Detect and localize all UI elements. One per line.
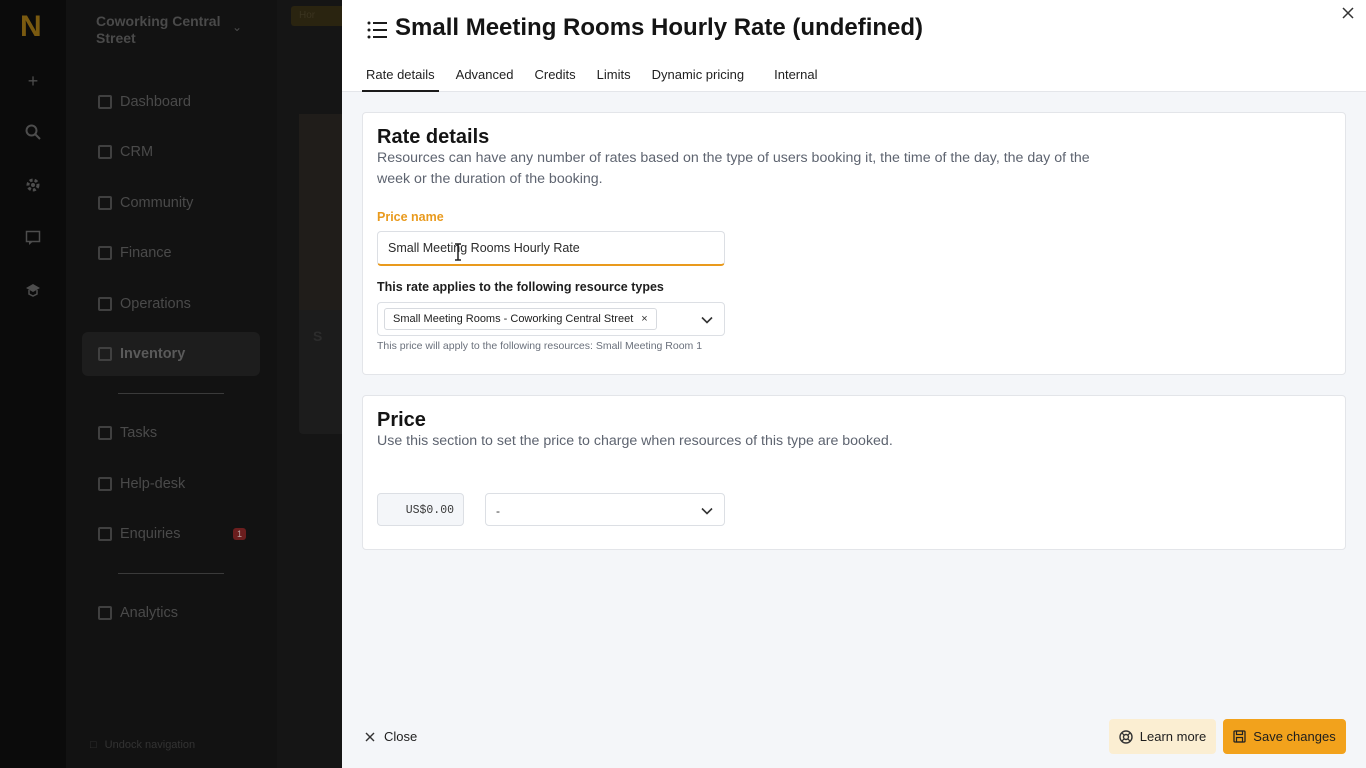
sidebar-nav: Coworking Central Street ⌄ Dashboard CRM… (66, 0, 277, 768)
tab-internal[interactable]: Internal (770, 57, 821, 92)
price-name-input[interactable] (377, 231, 725, 266)
price-name-label: Price name (377, 210, 444, 224)
org-name[interactable]: Coworking Central Street (96, 13, 226, 47)
section-description: Use this section to set the price to cha… (377, 433, 893, 449)
price-unit-select[interactable]: - (485, 493, 725, 526)
undock-label: Undock navigation (104, 739, 196, 751)
learn-more-label: Learn more (1139, 729, 1207, 744)
tab-credits[interactable]: Credits (530, 57, 579, 92)
sidebar-item-label: Operations (120, 296, 191, 312)
count-badge: 1 (232, 528, 246, 540)
sidebar-item-tasks[interactable]: Tasks (82, 411, 260, 455)
logo: N (20, 10, 42, 43)
sidebar-item-crm[interactable]: CRM (82, 130, 260, 174)
sidebar-item-label: Inventory (120, 346, 186, 362)
tab-limits[interactable]: Limits (593, 57, 635, 92)
undock-navigation-button[interactable]: □ Undock navigation (90, 739, 195, 751)
operations-icon (98, 297, 112, 311)
sidebar-item-dashboard[interactable]: Dashboard (82, 80, 260, 124)
price-card: Price Use this section to set the price … (362, 395, 1346, 550)
sidebar-item-operations[interactable]: Operations (82, 282, 260, 326)
chevron-down-icon[interactable]: ⌄ (232, 20, 242, 34)
resource-types-label: This rate applies to the following resou… (377, 280, 664, 294)
text-cursor-icon (455, 243, 461, 261)
analytics-icon (98, 606, 112, 620)
sidebar-item-enquiries[interactable]: Enquiries 1 (82, 512, 260, 556)
chip-label: Small Meeting Rooms - Coworking Central … (393, 313, 634, 325)
save-label: Save changes (1253, 729, 1336, 744)
sidebar-item-inventory[interactable]: Inventory (82, 332, 260, 376)
app-rail: N + (0, 0, 66, 768)
save-changes-button[interactable]: Save changes (1223, 719, 1346, 754)
search-icon[interactable] (23, 124, 43, 144)
helper-text: This price will apply to the following r… (377, 340, 703, 352)
chevron-down-icon[interactable] (700, 313, 714, 327)
dashboard-icon (98, 95, 112, 109)
help-desk-icon (98, 477, 112, 491)
sidebar-item-label: Help-desk (120, 476, 186, 492)
sidebar-item-label: Analytics (120, 605, 179, 621)
section-title: Rate details (377, 126, 490, 148)
crm-icon (98, 145, 112, 159)
sidebar-item-label: Dashboard (120, 94, 191, 110)
chip-remove-icon[interactable]: × (641, 313, 647, 325)
tab-advanced[interactable]: Advanced (452, 57, 518, 92)
drawer-footer: Close Learn more Save changes (342, 705, 1366, 768)
page-title: Small Meeting Rooms Hourly Rate (undefin… (395, 14, 924, 41)
community-icon (98, 196, 112, 210)
enquiries-icon (98, 527, 112, 541)
close-button[interactable]: Close (364, 729, 417, 744)
background-main: Hor S (277, 0, 359, 768)
sidebar-item-help-desk[interactable]: Help-desk (82, 462, 260, 506)
resource-type-chip: Small Meeting Rooms - Coworking Central … (384, 308, 657, 330)
sidebar-item-label: Enquiries (120, 526, 181, 542)
section-title: Price (377, 409, 426, 431)
sidebar-item-label: CRM (120, 144, 154, 160)
sidebar-item-community[interactable]: Community (82, 181, 260, 225)
tab-dynamic-pricing[interactable]: Dynamic pricing (648, 57, 748, 92)
select-value: - (496, 504, 500, 518)
divider (118, 393, 224, 394)
rate-drawer: Small Meeting Rooms Hourly Rate (undefin… (342, 0, 1366, 768)
save-icon (1233, 730, 1246, 743)
chat-icon[interactable] (23, 230, 43, 250)
chevron-down-icon (701, 507, 713, 515)
learn-more-button[interactable]: Learn more (1109, 719, 1216, 754)
lifebuoy-icon (1119, 729, 1133, 744)
close-icon[interactable] (1340, 5, 1356, 21)
sidebar-item-label: Finance (120, 245, 172, 261)
tab-bar: Rate details Advanced Credits Limits Dyn… (362, 57, 834, 92)
divider (118, 573, 224, 574)
sidebar-item-label: Tasks (120, 425, 158, 441)
finance-icon (98, 246, 112, 260)
plus-icon[interactable]: + (23, 71, 43, 91)
resource-types-select[interactable]: Small Meeting Rooms - Coworking Central … (377, 302, 725, 336)
price-amount-input[interactable]: US$0.00 (377, 493, 464, 526)
lock-icon: □ (90, 739, 97, 751)
tasks-icon (98, 426, 112, 440)
close-label: Close (384, 729, 418, 744)
graduation-cap-icon[interactable] (23, 282, 43, 302)
list-icon (367, 21, 387, 39)
gear-icon[interactable] (23, 177, 43, 197)
resource-card-title: S (313, 328, 323, 344)
section-description: Resources can have any number of rates b… (377, 150, 1090, 187)
sidebar-item-analytics[interactable]: Analytics (82, 591, 260, 635)
rate-details-card: Rate details Resources can have any numb… (362, 112, 1346, 375)
tab-rate-details[interactable]: Rate details (362, 57, 439, 92)
close-icon (365, 732, 375, 741)
sidebar-item-finance[interactable]: Finance (82, 231, 260, 275)
inventory-icon (98, 347, 112, 361)
sidebar-item-label: Community (120, 195, 194, 211)
drawer-header: Small Meeting Rooms Hourly Rate (undefin… (342, 0, 1366, 92)
